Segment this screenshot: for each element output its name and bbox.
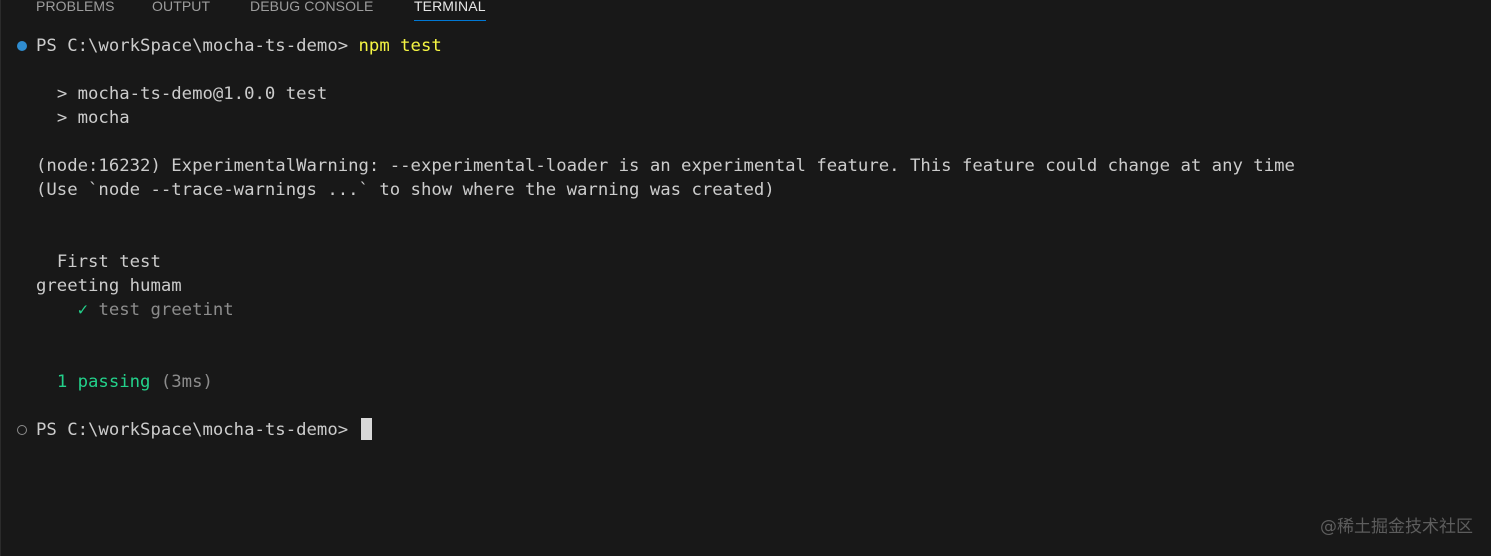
suite-title-line: First test (36, 250, 161, 274)
command-line: PS C:\workSpace\mocha-ts-demo> npm test (36, 34, 442, 58)
cursor (360, 418, 372, 440)
warning-line-1: (node:16232) ExperimentalWarning: --expe… (36, 156, 1295, 176)
test-name: test greetint (98, 300, 234, 320)
tab-problems[interactable]: PROBLEMS (36, 0, 115, 22)
command-pending-decoration-icon[interactable] (17, 425, 27, 435)
watermark: @稀土掘金技术社区 (1320, 517, 1473, 537)
summary-line: 1 passing (3ms) (36, 370, 213, 394)
command-success-decoration-icon[interactable] (17, 41, 27, 51)
npm-script-text-1: > mocha-ts-demo@1.0.0 test (56, 84, 328, 104)
panel-tab-bar: PROBLEMS OUTPUT DEBUG CONSOLE TERMINAL (1, 0, 1491, 24)
npm-script-line-2: > mocha (36, 106, 130, 130)
tab-terminal[interactable]: TERMINAL (414, 0, 486, 22)
suite-subtitle: greeting humam (36, 276, 182, 296)
npm-script-line-1: > mocha-ts-demo@1.0.0 test (36, 82, 328, 106)
tab-output[interactable]: OUTPUT (152, 0, 210, 22)
npm-script-text-2: > mocha (56, 108, 130, 128)
prompt-text: PS C:\workSpace\mocha-ts-demo> (36, 36, 359, 56)
passing-time: (3ms) (160, 372, 213, 392)
terminal-panel: PROBLEMS OUTPUT DEBUG CONSOLE TERMINAL P… (0, 0, 1491, 556)
command-text: npm test (358, 36, 442, 56)
tab-debug-console[interactable]: DEBUG CONSOLE (250, 0, 373, 22)
warning-line-2: (Use `node --trace-warnings ...` to show… (36, 180, 775, 200)
check-icon: ✓ (77, 300, 89, 320)
passing-count: 1 passing (56, 372, 151, 392)
suite-title: First test (56, 252, 161, 272)
prompt-text-2: PS C:\workSpace\mocha-ts-demo> (36, 420, 359, 440)
prompt-line[interactable]: PS C:\workSpace\mocha-ts-demo> (36, 418, 372, 442)
test-result-line: ✓ test greetint (36, 298, 234, 322)
